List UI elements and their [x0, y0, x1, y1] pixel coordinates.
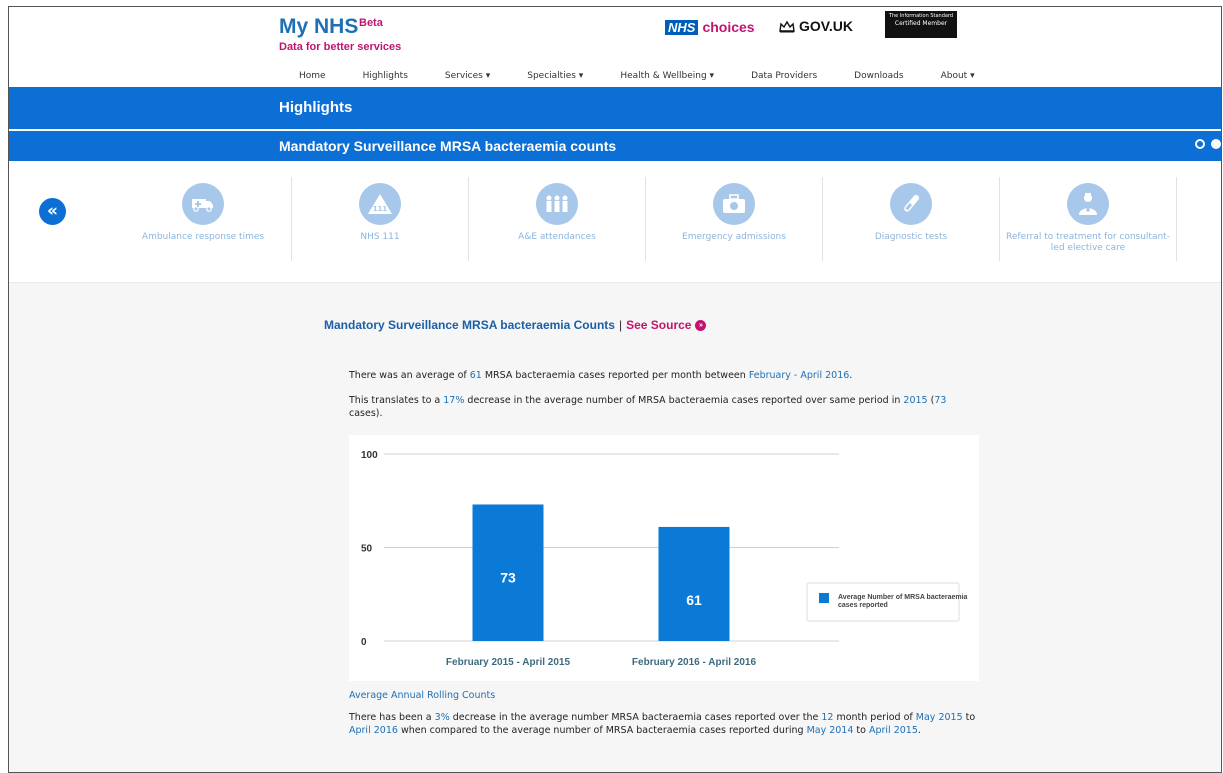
carousel-label-emergency: Emergency admissions — [682, 232, 786, 242]
y-tick-label: 50 — [361, 544, 373, 555]
text: There has been a — [349, 712, 435, 723]
bar-chart-card: 0 50 100 73 February 2015 - April 2015 61 Febr… — [349, 435, 979, 681]
text: This translates to a — [349, 395, 444, 406]
nhs-choices-text: choices — [702, 19, 755, 35]
nhs-choices-logo[interactable]: NHS choices — [665, 19, 755, 35]
carousel-item-nhs111[interactable]: 111 NHS 111 — [292, 177, 469, 261]
section-title-text: Mandatory Surveillance MRSA bacteraemia … — [324, 318, 615, 332]
legend-label-line1: Average Number of MRSA bacteraemia — [838, 594, 968, 601]
summary-paragraph-2: This translates to a 17% decrease in the… — [349, 394, 974, 420]
title-separator: | — [618, 318, 623, 332]
main-content: Mandatory Surveillance MRSA bacteraemia … — [9, 282, 1221, 772]
carousel-prev-button[interactable]: « — [39, 198, 66, 225]
carousel-item-referral[interactable]: Referral to treatment for consultant-led… — [1000, 177, 1177, 261]
bar-data-label: 61 — [686, 592, 702, 608]
text: to — [962, 712, 976, 723]
nav-health-wellbeing[interactable]: Health & Wellbeing ▾ — [620, 71, 714, 81]
summary-paragraph-1: There was an average of 61 MRSA bacterae… — [349, 369, 852, 382]
bar — [658, 526, 730, 641]
nav-home[interactable]: Home — [299, 71, 326, 81]
y-tick-label: 0 — [361, 637, 367, 648]
beta-badge: Beta — [359, 17, 383, 29]
carousel-label-ae: A&E attendances — [518, 232, 596, 242]
highlight-percent: 17% — [443, 395, 465, 406]
legend-label-line2: cases reported — [838, 602, 888, 609]
nav-downloads[interactable]: Downloads — [854, 71, 903, 81]
highlight-from2: May 2014 — [806, 725, 854, 736]
legend-swatch — [819, 593, 829, 603]
carousel-label-referral: Referral to treatment for consultant-led… — [1006, 232, 1170, 253]
ambulance-icon — [182, 183, 224, 225]
text: . — [917, 725, 921, 736]
crown-icon — [779, 20, 795, 32]
text: cases). — [349, 408, 383, 419]
nhs-logo-box: NHS — [665, 19, 699, 35]
brand-subtitle: Data for better services — [279, 41, 402, 53]
brand[interactable]: My NHS Beta Data for better services — [279, 15, 401, 53]
text: decrease in the average number MRSA bact… — [449, 712, 822, 723]
slide-dot-2[interactable] — [1211, 139, 1221, 149]
title-bar: Mandatory Surveillance MRSA bacteraemia … — [9, 131, 1221, 161]
gov-uk-logo[interactable]: GOV.UK — [779, 18, 853, 34]
highlight-value: 61 — [469, 370, 482, 381]
highlights-carousel: Ambulance response times 111 NHS 111 A&E… — [115, 177, 1177, 261]
carousel-label-ambulance: Ambulance response times — [141, 232, 265, 242]
carousel-item-diagnostic[interactable]: Diagnostic tests — [823, 177, 1000, 261]
highlight-months: 12 — [821, 712, 834, 723]
highlight-percent: 3% — [434, 712, 450, 723]
rolling-counts-paragraph: There has been a 3% decrease in the aver… — [349, 711, 979, 737]
nav-specialties[interactable]: Specialties ▾ — [527, 71, 583, 81]
carousel-label-nhs111: NHS 111 — [360, 232, 400, 242]
carousel-label-diagnostic: Diagnostic tests — [874, 232, 948, 242]
info-standard-line2: Certified Member — [894, 20, 948, 27]
carousel-item-ae[interactable]: A&E attendances — [469, 177, 646, 261]
text: . — [849, 370, 853, 381]
x-tick-label: February 2016 - April 2016 — [632, 657, 757, 668]
bar-data-label: 73 — [500, 569, 516, 585]
section-title: Mandatory Surveillance MRSA bacteraemia … — [324, 318, 707, 332]
page-title: Mandatory Surveillance MRSA bacteraemia … — [279, 138, 617, 154]
rolling-counts-heading[interactable]: Average Annual Rolling Counts — [349, 689, 495, 702]
highlight-cases: 73 — [934, 395, 947, 406]
highlight-period: February - April 2016 — [748, 370, 850, 381]
highlights-bar: Highlights — [9, 87, 1221, 129]
medical-kit-icon — [713, 183, 755, 225]
information-standard-logo[interactable]: The Information Standard Certified Membe… — [885, 11, 957, 38]
highlight-year: 2015 — [903, 395, 928, 406]
nav-highlights[interactable]: Highlights — [363, 71, 408, 81]
gov-uk-text: GOV.UK — [799, 18, 853, 34]
page-frame: My NHS Beta Data for better services NHS… — [8, 6, 1222, 773]
text: month period of — [833, 712, 916, 723]
text: MRSA bacteraemia cases reported per mont… — [481, 370, 749, 381]
slide-dot-1[interactable] — [1195, 139, 1205, 149]
info-standard-line1: The Information Standard — [888, 13, 954, 19]
highlight-to: April 2016 — [349, 725, 398, 736]
highlight-to2: April 2015 — [868, 725, 918, 736]
main-nav: Home Highlights Services ▾ Specialties ▾… — [299, 71, 1012, 81]
highlights-title: Highlights — [279, 99, 353, 116]
nav-about[interactable]: About ▾ — [941, 71, 975, 81]
arrow-right-icon[interactable]: » — [695, 319, 707, 331]
nav-data-providers[interactable]: Data Providers — [751, 71, 817, 81]
text: when compared to the average number of M… — [397, 725, 807, 736]
highlight-from: May 2015 — [915, 712, 963, 723]
people-icon — [536, 183, 578, 225]
nhs111-icon: 111 — [359, 183, 401, 225]
bar-chart: 0 50 100 73 February 2015 - April 2015 61 Febr… — [361, 450, 968, 668]
y-tick-label: 100 — [361, 450, 378, 461]
see-source-link[interactable]: See Source — [626, 318, 691, 332]
test-tube-icon — [890, 183, 932, 225]
nav-services[interactable]: Services ▾ — [445, 71, 490, 81]
doctor-icon — [1067, 183, 1109, 225]
text: There was an average of — [349, 370, 470, 381]
text: to — [853, 725, 869, 736]
svg-text:111: 111 — [373, 205, 388, 213]
x-tick-label: February 2015 - April 2015 — [446, 657, 571, 668]
text: decrease in the average number of MRSA b… — [464, 395, 904, 406]
carousel-item-emergency[interactable]: Emergency admissions — [646, 177, 823, 261]
carousel-item-ambulance[interactable]: Ambulance response times — [115, 177, 292, 261]
